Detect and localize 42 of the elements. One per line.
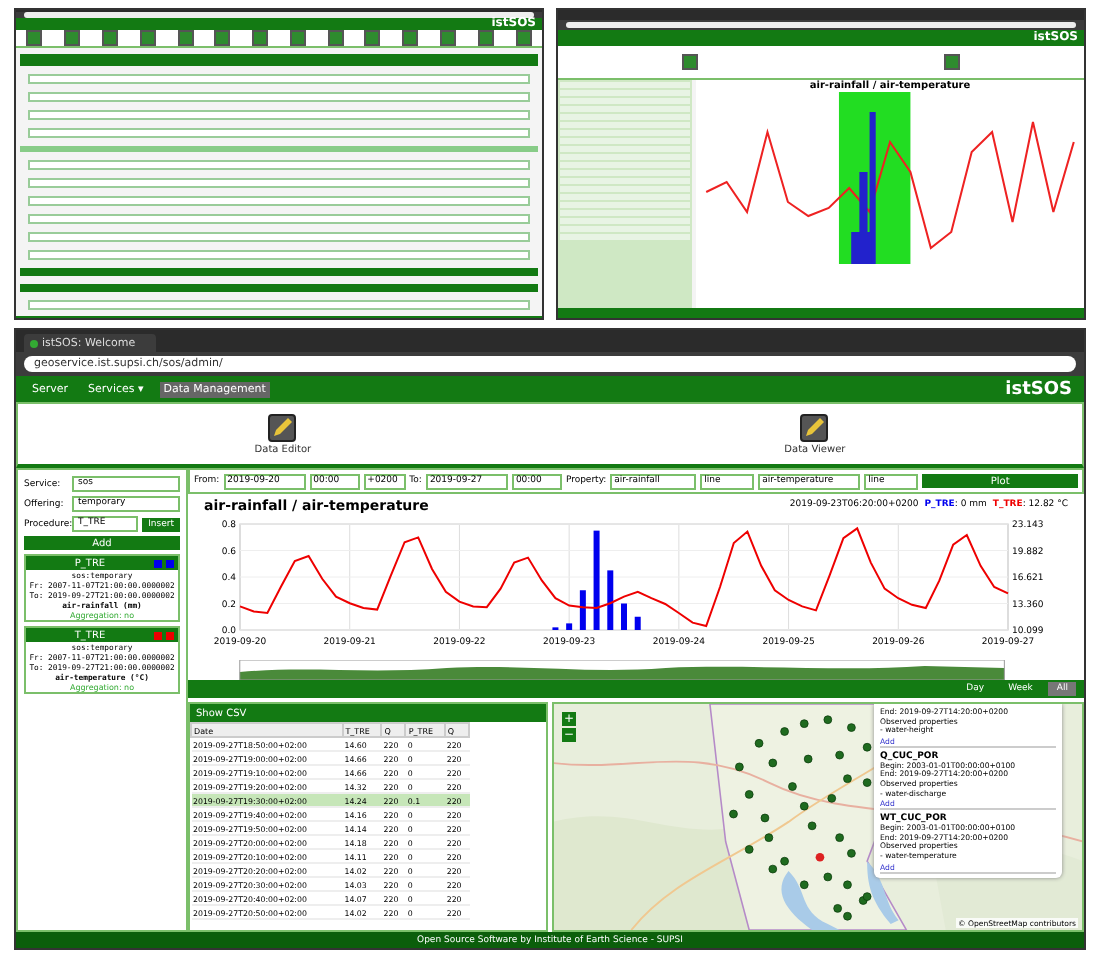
- rainfall-bar: [566, 623, 573, 630]
- pencil-icon: [268, 413, 297, 441]
- form-field[interactable]: [28, 300, 530, 310]
- form-field[interactable]: [28, 92, 530, 102]
- color-swatch[interactable]: [166, 559, 174, 567]
- tool-icon[interactable]: [289, 30, 306, 46]
- pencil-icon: [800, 413, 829, 441]
- tool-icon[interactable]: [477, 30, 494, 46]
- color-swatch[interactable]: [166, 631, 174, 639]
- tool-icon[interactable]: [177, 30, 194, 46]
- rainfall-bar: [593, 530, 600, 630]
- tool-icon[interactable]: [26, 30, 43, 46]
- form-field[interactable]: [28, 214, 530, 224]
- tool-icon[interactable]: [64, 30, 81, 46]
- tool-icon[interactable]: [252, 30, 269, 46]
- rainfall-bar: [634, 616, 641, 630]
- tool-icon[interactable]: [439, 30, 456, 46]
- tool-icon[interactable]: [681, 54, 698, 70]
- logo: istSOS: [1005, 379, 1072, 399]
- form-field[interactable]: [28, 250, 530, 260]
- form-field[interactable]: [28, 110, 530, 120]
- rainfall-bar: [621, 603, 627, 630]
- form-field[interactable]: [28, 178, 530, 188]
- tool-icon[interactable]: [139, 30, 156, 46]
- address-field[interactable]: [24, 12, 534, 18]
- tool-icon[interactable]: [327, 30, 344, 46]
- form-field[interactable]: [28, 160, 530, 170]
- tool-icon[interactable]: [402, 30, 419, 46]
- color-swatch[interactable]: [154, 631, 162, 639]
- tool-icon[interactable]: [515, 30, 532, 46]
- form-field[interactable]: [28, 74, 530, 84]
- tool-icon[interactable]: [214, 30, 231, 46]
- color-swatch[interactable]: [154, 559, 162, 567]
- rainfall-bar: [607, 570, 614, 630]
- tool-icon[interactable]: [944, 54, 961, 70]
- form-field[interactable]: [28, 196, 530, 206]
- form-field[interactable]: [28, 232, 530, 242]
- address-field[interactable]: [566, 22, 1076, 28]
- tool-icon[interactable]: [364, 30, 381, 46]
- rainfall-bar: [579, 590, 586, 630]
- form-field[interactable]: [28, 128, 530, 138]
- tool-icon[interactable]: [101, 30, 118, 46]
